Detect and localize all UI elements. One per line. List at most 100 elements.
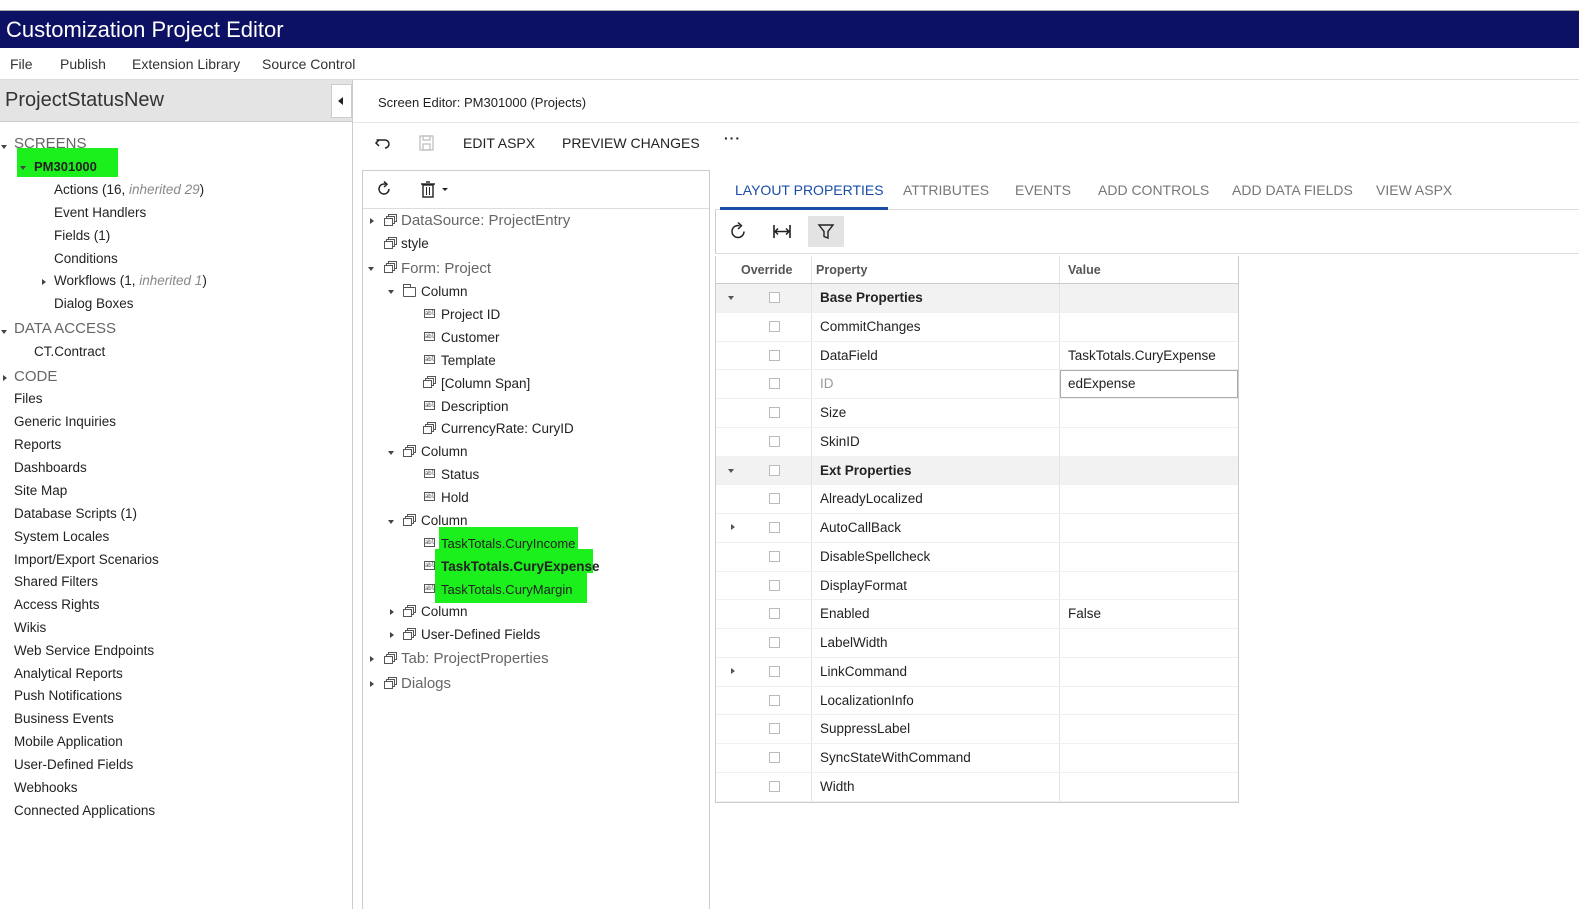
property-value[interactable]: False (1060, 600, 1238, 628)
property-value[interactable] (1060, 572, 1238, 600)
tree-field[interactable]: Template (441, 353, 496, 368)
property-value[interactable] (1060, 514, 1238, 542)
expand-screens-icon[interactable] (1, 145, 7, 149)
override-checkbox[interactable] (769, 550, 780, 562)
expand-icon[interactable] (388, 520, 394, 524)
tree-item[interactable]: Analytical Reports (14, 666, 123, 681)
tab-add-controls[interactable]: ADD CONTROLS (1098, 182, 1209, 198)
expand-code-icon[interactable] (3, 375, 7, 381)
tree-field[interactable]: TaskTotals.CuryMargin (441, 582, 573, 597)
property-row[interactable]: LabelWidth (716, 629, 1238, 658)
tree-item[interactable]: System Locales (14, 529, 109, 544)
tree-item[interactable]: Wikis (14, 620, 46, 635)
property-row[interactable]: SyncStateWithCommand (716, 744, 1238, 773)
property-row[interactable]: ID edExpense (716, 370, 1238, 399)
tree-item[interactable]: Access Rights (14, 597, 100, 612)
property-value[interactable] (1060, 485, 1238, 513)
tree-form-project[interactable]: Form: Project (401, 260, 491, 277)
expand-icon[interactable] (390, 609, 394, 615)
tab-add-data-fields[interactable]: ADD DATA FIELDS (1232, 182, 1353, 198)
expand-icon[interactable] (388, 290, 394, 294)
tree-item[interactable]: Push Notifications (14, 688, 122, 703)
tree-item[interactable]: Site Map (14, 483, 67, 498)
filter-icon[interactable] (808, 216, 844, 247)
override-checkbox[interactable] (769, 320, 780, 332)
tree-field[interactable]: TaskTotals.CuryIncome (441, 536, 575, 551)
tab-view-aspx[interactable]: VIEW ASPX (1376, 182, 1452, 198)
edit-aspx-button[interactable]: EDIT ASPX (463, 135, 535, 151)
tree-field[interactable]: Description (441, 399, 509, 414)
property-value[interactable] (1060, 543, 1238, 571)
preview-changes-button[interactable]: PREVIEW CHANGES (562, 135, 700, 151)
property-value[interactable] (1060, 428, 1238, 456)
tree-item[interactable]: Shared Filters (14, 574, 98, 589)
expand-icon[interactable] (388, 451, 394, 455)
tree-item[interactable]: Reports (14, 437, 61, 452)
tree-dialog-boxes[interactable]: Dialog Boxes (54, 296, 134, 311)
tree-screen-pm301000[interactable]: PM301000 (34, 159, 97, 174)
tree-field[interactable]: Status (441, 467, 479, 482)
override-checkbox[interactable] (769, 407, 780, 418)
expand-pm301000-icon[interactable] (20, 166, 26, 170)
tree-code[interactable]: CODE (14, 368, 57, 385)
tree-user-defined-fields[interactable]: User-Defined Fields (421, 627, 540, 642)
menu-publish[interactable]: Publish (60, 56, 106, 72)
tree-workflows[interactable]: Workflows (1, inherited 1) (54, 273, 207, 288)
tree-item[interactable]: Connected Applications (14, 803, 155, 818)
tree-field[interactable]: Hold (441, 490, 469, 505)
tree-tab-projectproperties[interactable]: Tab: ProjectProperties (401, 650, 549, 667)
override-checkbox[interactable] (769, 780, 780, 792)
tree-conditions[interactable]: Conditions (54, 251, 118, 266)
menu-file[interactable]: File (10, 56, 33, 72)
expand-icon[interactable] (370, 218, 374, 224)
expand-workflows-icon[interactable] (42, 279, 46, 285)
override-checkbox[interactable] (769, 435, 780, 447)
expand-icon[interactable] (368, 267, 374, 271)
property-row[interactable]: LinkCommand (716, 657, 1238, 687)
tab-events[interactable]: EVENTS (1015, 182, 1071, 198)
property-row[interactable]: SkinID (716, 427, 1238, 457)
undo-icon[interactable] (374, 134, 392, 152)
property-value[interactable] (1060, 284, 1238, 312)
save-icon[interactable] (418, 134, 436, 152)
more-button[interactable]: ··· (724, 130, 741, 146)
tree-item[interactable]: Dashboards (14, 460, 87, 475)
override-checkbox[interactable] (769, 694, 780, 706)
header-property[interactable]: Property (812, 256, 1060, 283)
tree-item[interactable]: User-Defined Fields (14, 757, 133, 772)
property-row[interactable]: AutoCallBack (716, 514, 1238, 543)
refresh-icon[interactable] (721, 216, 755, 247)
property-value[interactable] (1060, 744, 1238, 772)
tree-item[interactable]: Webhooks (14, 780, 78, 795)
expand-icon[interactable] (370, 656, 374, 662)
property-value[interactable] (1060, 658, 1238, 686)
expand-data-access-icon[interactable] (1, 330, 7, 334)
tree-data-access[interactable]: DATA ACCESS (14, 320, 116, 337)
property-value[interactable]: TaskTotals.CuryExpense (1060, 342, 1238, 370)
override-checkbox[interactable] (769, 637, 780, 648)
tree-column[interactable]: Column (421, 513, 468, 528)
tab-attributes[interactable]: ATTRIBUTES (903, 182, 989, 198)
tree-field[interactable]: Customer (441, 330, 500, 345)
tree-item[interactable]: Files (14, 391, 43, 406)
property-row[interactable]: CommitChanges (716, 312, 1238, 342)
delete-dropdown-button[interactable] (421, 181, 451, 198)
menu-extension-library[interactable]: Extension Library (132, 56, 240, 72)
header-override[interactable]: Override (738, 256, 812, 283)
expand-icon[interactable] (370, 681, 374, 687)
tree-field[interactable]: [Column Span] (441, 376, 530, 391)
tree-actions[interactable]: Actions (16, inherited 29) (54, 182, 204, 197)
property-row[interactable]: DataField TaskTotals.CuryExpense (716, 341, 1238, 371)
override-checkbox[interactable] (769, 752, 780, 763)
property-row[interactable]: Width (716, 772, 1238, 802)
property-row[interactable]: DisableSpellcheck (716, 542, 1238, 572)
property-row[interactable]: LocalizationInfo (716, 686, 1238, 716)
tree-column[interactable]: Column (421, 604, 468, 619)
menu-source-control[interactable]: Source Control (262, 56, 355, 72)
tree-item[interactable]: Import/Export Scenarios (14, 552, 159, 567)
tree-event-handlers[interactable]: Event Handlers (54, 205, 146, 220)
override-checkbox[interactable] (769, 378, 780, 390)
tab-layout-properties[interactable]: LAYOUT PROPERTIES (735, 182, 884, 198)
group-row[interactable]: Base Properties (716, 284, 1238, 313)
property-value[interactable] (1060, 313, 1238, 341)
